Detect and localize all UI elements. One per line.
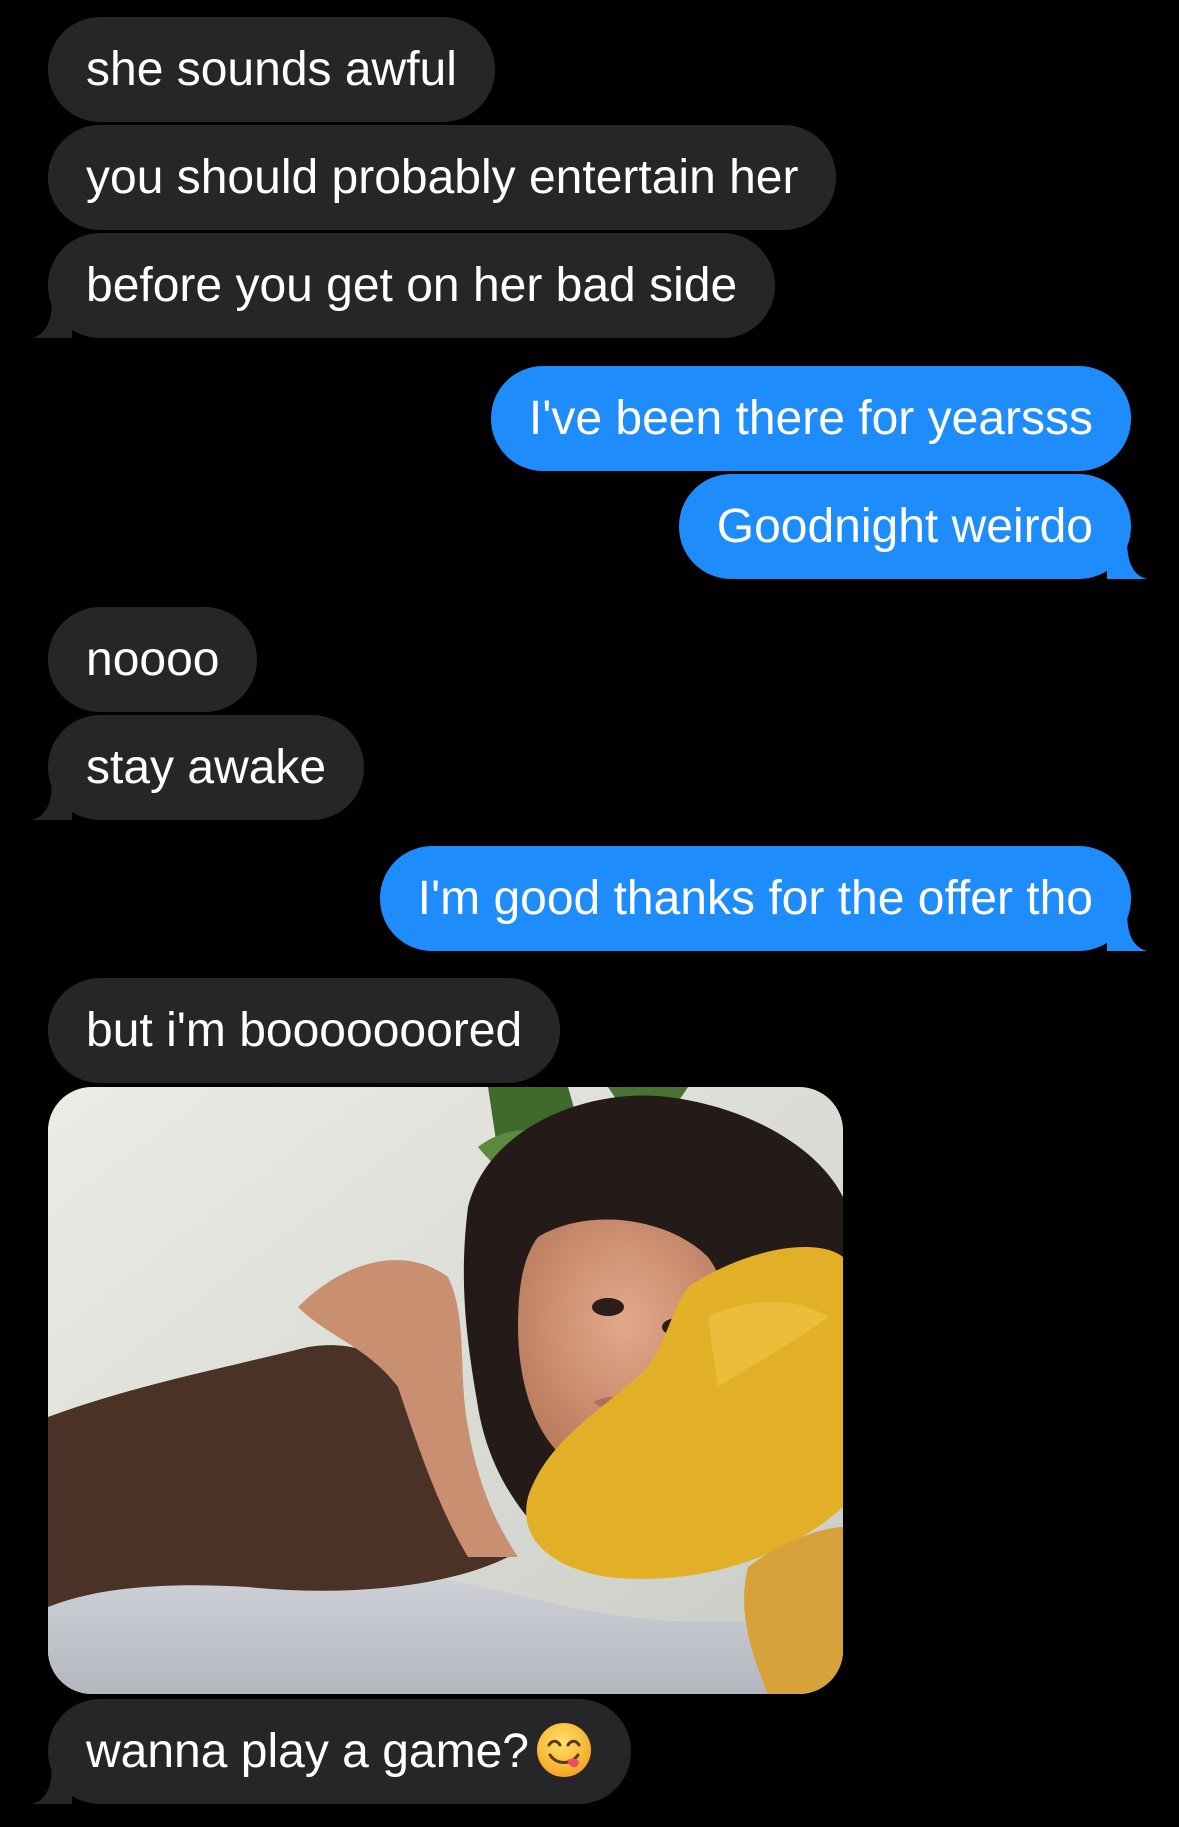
message-bubble-received[interactable]: you should probably entertain her [48,125,837,230]
message-bubble-received[interactable]: but i'm booooooored [48,978,561,1083]
message-text: noooo [86,633,220,686]
message-text: wanna play a game? [86,1725,529,1778]
face-savoring-food-emoji-icon [536,1723,591,1778]
message-bubble-received[interactable]: stay awake [32,715,365,820]
message-bubble-received[interactable]: before you get on her bad side [32,233,776,338]
message-text: I'm good thanks for the offer tho [417,872,1093,925]
bubble-tail-icon [32,780,72,820]
bubble-tail-icon [1107,911,1147,951]
bubble-tail-icon [32,298,72,338]
bubble-tail-icon [1107,539,1147,579]
message-text: you should probably entertain her [86,151,799,204]
message-text: before you get on her bad side [86,259,738,312]
selfie-photo-icon [48,1087,843,1694]
message-text: she sounds awful [86,43,457,96]
message-text: but i'm booooooored [86,1004,523,1057]
message-thread: she sounds awful you should probably ent… [0,0,1179,1827]
message-text: Goodnight weirdo [716,500,1093,553]
bubble-tail-icon [32,1764,72,1804]
message-bubble-received[interactable]: wanna play a game? [32,1699,631,1804]
message-bubble-sent[interactable]: Goodnight weirdo [678,474,1147,579]
message-bubble-received[interactable]: noooo [48,607,258,712]
message-bubble-received[interactable]: she sounds awful [48,17,495,122]
message-text: I've been there for yearsss [528,392,1093,445]
message-bubble-sent[interactable]: I've been there for yearsss [490,366,1131,471]
message-text: stay awake [86,741,327,794]
message-bubble-sent[interactable]: I'm good thanks for the offer tho [379,846,1147,951]
photo-attachment[interactable] [48,1087,843,1694]
